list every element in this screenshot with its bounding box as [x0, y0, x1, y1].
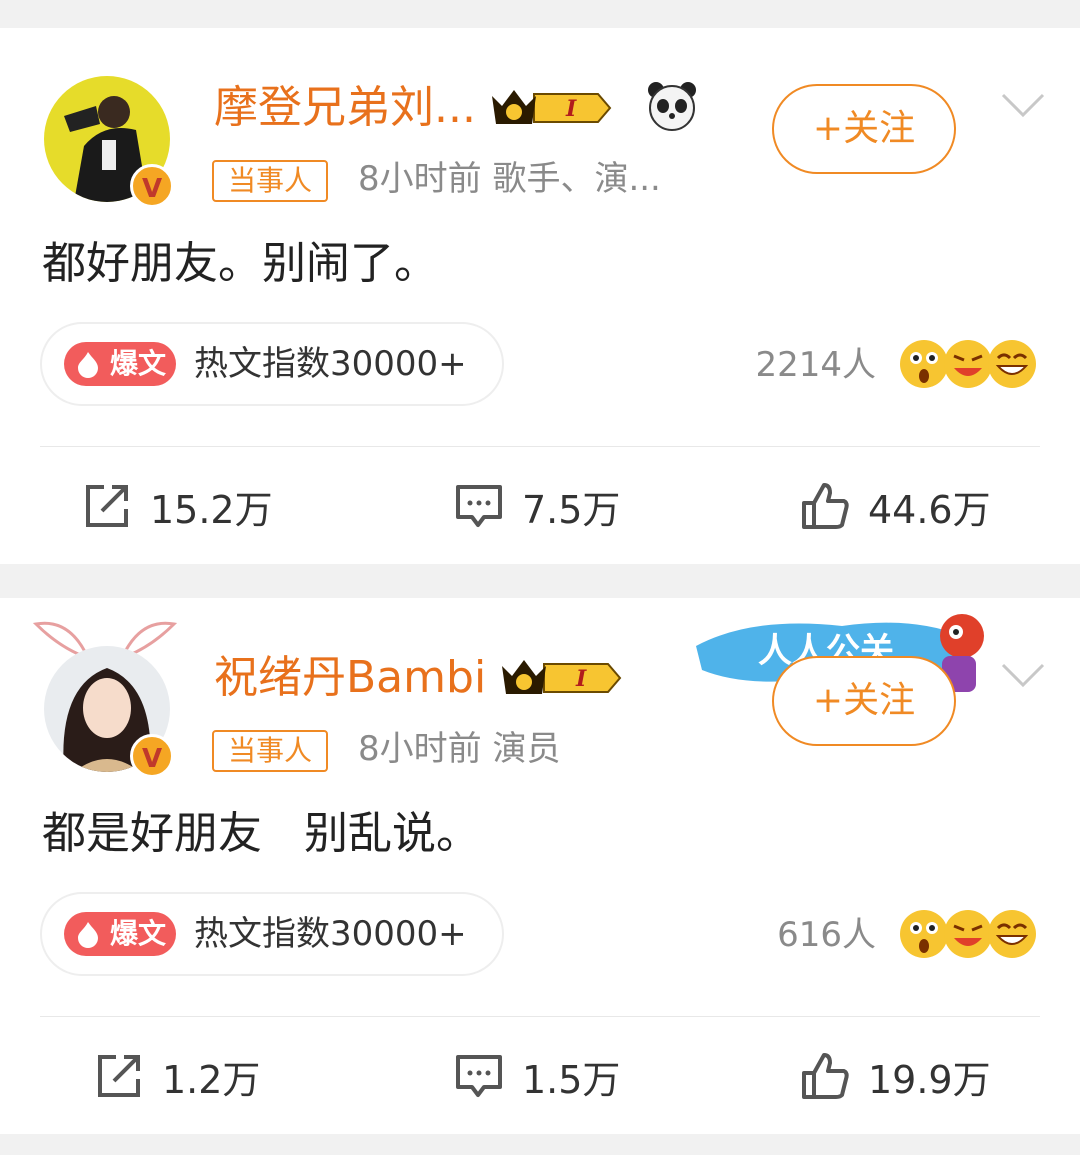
comment-count: 7.5万: [522, 487, 621, 532]
divider: [40, 446, 1040, 447]
repost-button[interactable]: 1.2万: [94, 1046, 260, 1106]
like-button[interactable]: 19.9万: [800, 1046, 991, 1106]
post-meta: 8小时前 歌手、演...: [358, 159, 661, 199]
post-card[interactable]: V 摩登兄弟刘... I 当事人 8小时前 歌手、演... +关注 都好朋友。别…: [0, 28, 1080, 564]
hot-badge-label: 爆文: [110, 347, 167, 380]
user-name[interactable]: 祝绪丹Bambi: [214, 650, 486, 706]
chevron-down-icon[interactable]: [1000, 660, 1046, 690]
post-card[interactable]: V 祝绪丹Bambi I 人人公关 当事人 8小时前 演员 +关注 都是好朋友 …: [0, 598, 1080, 1134]
share-icon: [86, 485, 128, 527]
repost-count: 15.2万: [150, 487, 273, 532]
comment-icon: [456, 1055, 502, 1097]
hot-index-label: 热文指数30000+: [194, 914, 467, 954]
panda-icon: [648, 82, 696, 131]
hot-badge-label: 爆文: [110, 917, 167, 950]
party-tag: 当事人: [212, 160, 329, 202]
grinning-emoji-icon: [988, 340, 1036, 388]
verified-badge-icon: V: [130, 734, 174, 778]
follow-button[interactable]: +关注: [772, 84, 956, 174]
hot-index-label: 热文指数30000+: [194, 344, 467, 384]
hot-badge: 爆文: [64, 912, 176, 956]
svg-text:I: I: [575, 666, 587, 692]
flame-icon: [78, 352, 98, 378]
comment-button[interactable]: 1.5万: [454, 1046, 620, 1106]
grinning-emoji-icon: [988, 910, 1036, 958]
repost-count: 1.2万: [162, 1057, 261, 1102]
verified-badge-icon: V: [130, 164, 174, 208]
thumbs-up-icon: [802, 1053, 849, 1099]
like-button[interactable]: 44.6万: [800, 476, 991, 536]
hot-badge: 爆文: [64, 342, 176, 386]
like-count: 44.6万: [868, 487, 991, 532]
flame-icon: [78, 922, 98, 948]
hot-index-pill[interactable]: 爆文 热文指数30000+: [40, 892, 504, 976]
post-content[interactable]: 都是好朋友 别乱说。: [42, 804, 480, 864]
divider: [40, 1016, 1040, 1017]
comment-count: 1.5万: [522, 1057, 621, 1102]
user-name[interactable]: 摩登兄弟刘...: [214, 80, 476, 136]
post-meta: 8小时前 演员: [358, 729, 561, 769]
share-icon: [98, 1055, 140, 1097]
thumbs-up-icon: [802, 483, 849, 529]
comment-icon: [456, 485, 502, 527]
repost-button[interactable]: 15.2万: [82, 476, 273, 536]
party-tag: 当事人: [212, 730, 329, 772]
crown-level-icon: I: [502, 660, 622, 694]
comment-button[interactable]: 7.5万: [454, 476, 620, 536]
follow-button[interactable]: +关注: [772, 656, 956, 746]
chevron-down-icon[interactable]: [1000, 90, 1046, 120]
hot-index-pill[interactable]: 爆文 热文指数30000+: [40, 322, 504, 406]
like-count: 19.9万: [868, 1057, 991, 1102]
reaction-count[interactable]: 616人: [716, 912, 876, 958]
svg-text:I: I: [565, 96, 577, 122]
reaction-count[interactable]: 2214人: [716, 342, 876, 388]
post-content[interactable]: 都好朋友。别闹了。: [42, 234, 438, 294]
crown-level-icon: I: [492, 90, 612, 124]
